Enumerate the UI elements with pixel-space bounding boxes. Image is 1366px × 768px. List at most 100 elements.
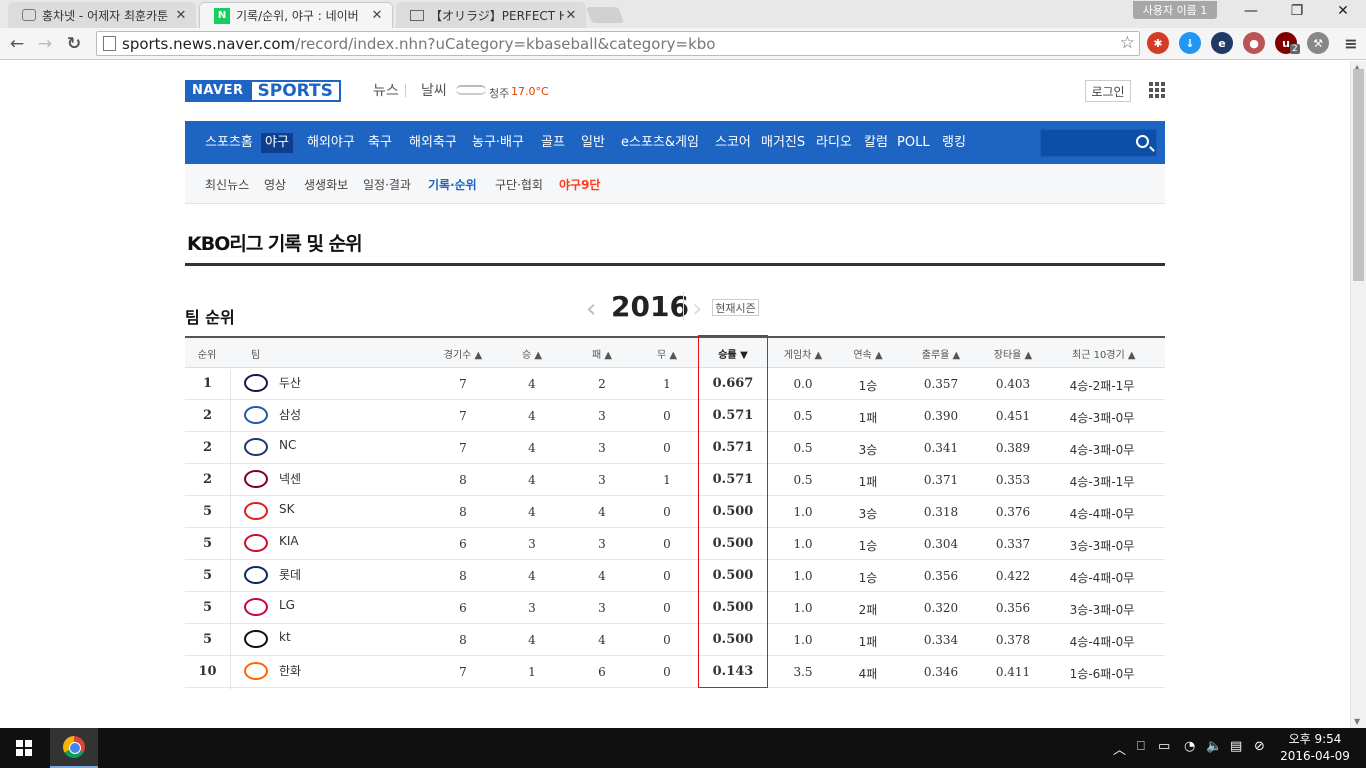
team-name[interactable]: 한화 <box>279 662 301 679</box>
lnb-item-2[interactable]: 생생화보 <box>304 176 348 193</box>
column-header-3[interactable]: 승 ▲ <box>502 346 562 361</box>
column-header-8[interactable]: 연속 ▲ <box>838 346 898 361</box>
lnb-item-4[interactable]: 기록·순위 <box>428 176 477 193</box>
table-row[interactable]: 5 KIA 6 3 3 0 0.500 1.0 1승 0.304 0.337 3승-3패-0무 <box>185 528 1165 560</box>
prev-year-button[interactable]: ‹ <box>586 294 596 324</box>
scroll-down-icon[interactable]: ▼ <box>1354 717 1360 726</box>
lnb-item-0[interactable]: 최신뉴스 <box>205 176 249 193</box>
team-name[interactable]: 삼성 <box>279 406 301 423</box>
team-name[interactable]: KIA <box>279 534 299 548</box>
gnb-item-13[interactable]: POLL <box>893 133 934 153</box>
lnb-item-5[interactable]: 구단·협회 <box>495 176 543 193</box>
bookmark-star-icon[interactable]: ☆ <box>1120 33 1135 53</box>
search-icon[interactable] <box>1136 135 1149 148</box>
gnb-item-12[interactable]: 칼럼 <box>860 133 892 153</box>
table-row[interactable]: 1 두산 7 4 2 1 0.667 0.0 1승 0.357 0.403 4승-2패-1무 <box>185 368 1165 400</box>
gnb-item-6[interactable]: 골프 <box>537 133 569 153</box>
scroll-thumb[interactable] <box>1353 69 1364 281</box>
team-name[interactable]: kt <box>279 630 291 644</box>
column-header-4[interactable]: 패 ▲ <box>572 346 632 361</box>
gnb-item-10[interactable]: 매거진S <box>757 133 809 153</box>
column-header-10[interactable]: 장타율 ▲ <box>983 346 1043 361</box>
table-row[interactable]: 5 kt 8 4 4 0 0.500 1.0 1패 0.334 0.378 4승-4패-0무 <box>185 624 1165 656</box>
apps-grid-icon[interactable] <box>1149 82 1165 98</box>
address-bar[interactable]: sports.news.naver.com/record/index.nhn?u… <box>96 31 1140 56</box>
news-link[interactable]: 뉴스 <box>373 80 399 100</box>
tab-oriraji[interactable]: 【オリラジ】PERFECT H ✕ <box>396 2 586 28</box>
table-row[interactable]: 10 한화 7 1 6 0 0.143 3.5 4패 0.346 0.411 1승-6패-0무 <box>185 656 1165 688</box>
tools-icon[interactable]: ⚒ <box>1307 32 1329 54</box>
back-button[interactable]: ← <box>6 33 28 55</box>
column-header-6[interactable]: 승률 ▼ <box>703 346 763 361</box>
next-year-button[interactable]: › <box>692 294 702 324</box>
gnb-item-7[interactable]: 일반 <box>577 133 609 153</box>
gnb-item-11[interactable]: 라디오 <box>812 133 856 153</box>
ie-tab-icon[interactable]: e <box>1211 32 1233 54</box>
team-name[interactable]: 넥센 <box>279 470 301 487</box>
column-header-2[interactable]: 경기수 ▲ <box>433 346 493 361</box>
tray-icon-1[interactable]: ⎕ <box>1137 739 1145 754</box>
gnb-item-3[interactable]: 축구 <box>364 133 396 153</box>
start-button[interactable] <box>0 728 48 768</box>
menu-icon[interactable]: ≡ <box>1340 32 1362 54</box>
new-tab-button[interactable] <box>586 7 624 23</box>
column-header-11[interactable]: 최근 10경기 ▲ <box>1072 346 1136 361</box>
vertical-scrollbar[interactable]: ▲ ▼ <box>1350 61 1366 728</box>
lnb-item-1[interactable]: 영상 <box>264 176 286 193</box>
tab-close-icon[interactable]: ✕ <box>174 8 188 23</box>
profile-button[interactable]: 사용자 이름 1 <box>1133 1 1217 19</box>
clock[interactable]: 오후 9:54 2016-04-09 <box>1280 731 1350 765</box>
column-header-5[interactable]: 무 ▲ <box>637 346 697 361</box>
gnb-item-0[interactable]: 스포츠홈 <box>201 133 257 153</box>
gnb-item-1[interactable]: 야구 <box>261 133 293 153</box>
tray-icon-5[interactable]: ▤ <box>1230 739 1242 754</box>
table-row[interactable]: 2 넥센 8 4 3 1 0.571 0.5 1패 0.371 0.353 4승-3패-1무 <box>185 464 1165 496</box>
close-window-button[interactable]: ✕ <box>1320 0 1366 22</box>
mouse-gesture-icon[interactable]: ● <box>1243 32 1265 54</box>
gnb-item-5[interactable]: 농구·배구 <box>468 133 528 153</box>
tab-naver-record[interactable]: N 기록/순위, 야구 : 네이버 ✕ <box>199 2 393 28</box>
lnb-item-3[interactable]: 일정·결과 <box>363 176 411 193</box>
gnb-item-14[interactable]: 랭킹 <box>938 133 970 153</box>
weather-link[interactable]: 날씨 <box>421 80 447 100</box>
minimize-button[interactable]: — <box>1228 0 1274 22</box>
gnb-item-4[interactable]: 해외축구 <box>405 133 461 153</box>
gnb-item-9[interactable]: 스코어 <box>711 133 755 153</box>
restore-button[interactable]: ❐ <box>1274 0 1320 22</box>
team-name[interactable]: SK <box>279 502 295 516</box>
lastpass-icon[interactable]: ✱ <box>1147 32 1169 54</box>
tab-close-icon[interactable]: ✕ <box>370 8 384 23</box>
naver-sports-logo[interactable]: NAVER SPORTS <box>185 80 341 102</box>
gnb-item-8[interactable]: e스포츠&게임 <box>617 133 703 153</box>
tray-icon-2[interactable]: ▭ <box>1158 739 1170 754</box>
team-name[interactable]: 두산 <box>279 374 301 391</box>
download-icon[interactable]: ↓ <box>1179 32 1201 54</box>
team-name[interactable]: LG <box>279 598 295 612</box>
table-row[interactable]: 2 삼성 7 4 3 0 0.571 0.5 1패 0.390 0.451 4승-3패-0무 <box>185 400 1165 432</box>
tab-hongcha[interactable]: 홍차넷 - 어제자 최훈카툰 ✕ <box>8 2 196 28</box>
lnb-item-6[interactable]: 야구9단 <box>559 176 600 193</box>
tray-icon-3[interactable]: ◔ <box>1184 739 1195 754</box>
reload-button[interactable]: ↻ <box>63 33 85 55</box>
pct-cell: 0.571 <box>712 472 754 487</box>
tray-icon-0[interactable]: ︿ <box>1113 739 1126 758</box>
naver-icon: N <box>214 7 230 24</box>
column-header-7[interactable]: 게임차 ▲ <box>773 346 833 361</box>
taskbar-chrome[interactable] <box>50 728 98 768</box>
gnb-item-2[interactable]: 해외야구 <box>303 133 359 153</box>
tray-icon-6[interactable]: ⊘ <box>1254 739 1265 754</box>
forward-button[interactable]: → <box>34 33 56 55</box>
current-season-button[interactable]: 현재시즌 <box>712 299 759 316</box>
table-row[interactable]: 5 SK 8 4 4 0 0.500 1.0 3승 0.318 0.376 4승-4패-0무 <box>185 496 1165 528</box>
column-header-9[interactable]: 출루율 ▲ <box>911 346 971 361</box>
browser-toolbar: ← → ↻ sports.news.naver.com/record/index… <box>0 28 1366 60</box>
table-row[interactable]: 2 NC 7 4 3 0 0.571 0.5 3승 0.341 0.389 4승-3패-0무 <box>185 432 1165 464</box>
table-row[interactable]: 5 LG 6 3 3 0 0.500 1.0 2패 0.320 0.356 3승-3패-0무 <box>185 592 1165 624</box>
team-name[interactable]: 롯데 <box>279 566 301 583</box>
login-button[interactable]: 로그인 <box>1085 80 1131 102</box>
table-row[interactable]: 5 롯데 8 4 4 0 0.500 1.0 1승 0.356 0.422 4승-4패-0무 <box>185 560 1165 592</box>
tab-close-icon[interactable]: ✕ <box>564 8 578 23</box>
tray-icon-4[interactable]: 🔈 <box>1206 739 1222 754</box>
team-name[interactable]: NC <box>279 438 296 452</box>
search-box[interactable] <box>1040 129 1157 157</box>
